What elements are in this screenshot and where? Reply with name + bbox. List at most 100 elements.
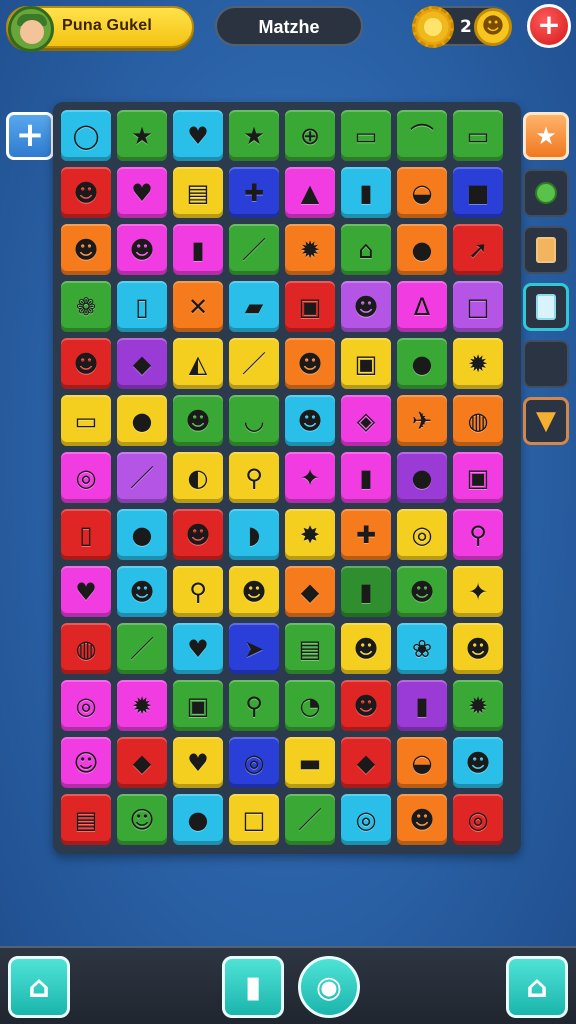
player-profile-pill[interactable]: Puna Gukel: [6, 6, 194, 52]
board-tile[interactable]: ▲: [285, 167, 335, 218]
board-tile[interactable]: □: [453, 281, 503, 332]
profile-button[interactable]: ◉: [298, 956, 360, 1018]
board-tile[interactable]: ▤: [173, 167, 223, 218]
board-tile[interactable]: ▯: [117, 281, 167, 332]
board-tile[interactable]: ⚲: [229, 452, 279, 503]
board-tile[interactable]: ✚: [341, 509, 391, 560]
board-tile[interactable]: ⚲: [453, 509, 503, 560]
player-avatar[interactable]: [8, 6, 54, 52]
board-tile[interactable]: ●: [173, 794, 223, 845]
board-tile[interactable]: ／: [117, 623, 167, 674]
board-tile[interactable]: ▭: [61, 395, 111, 446]
board-tile[interactable]: ♥: [173, 623, 223, 674]
board-tile[interactable]: ◆: [117, 737, 167, 788]
board-tile[interactable]: ◍: [61, 623, 111, 674]
board-tile[interactable]: ▣: [285, 281, 335, 332]
board-tile[interactable]: ▯: [61, 509, 111, 560]
board-tile[interactable]: ☻: [453, 737, 503, 788]
board-tile[interactable]: ／: [229, 338, 279, 389]
board-tile[interactable]: ❁: [61, 281, 111, 332]
board-tile[interactable]: ●: [397, 224, 447, 275]
board-tile[interactable]: ✸: [285, 509, 335, 560]
board-tile[interactable]: ☻: [117, 566, 167, 617]
board-tile[interactable]: ✹: [117, 680, 167, 731]
board-tile[interactable]: ▭: [453, 110, 503, 161]
board-tile[interactable]: ▮: [173, 224, 223, 275]
home-button[interactable]: ⌂: [8, 956, 70, 1018]
board-tile[interactable]: ✈: [397, 395, 447, 446]
board-tile[interactable]: ☻: [61, 224, 111, 275]
board-tile[interactable]: ✹: [453, 680, 503, 731]
board-tile[interactable]: ⌒: [397, 110, 447, 161]
board-tile[interactable]: ◆: [117, 338, 167, 389]
board-tile[interactable]: ✹: [453, 338, 503, 389]
board-tile[interactable]: ☻: [453, 623, 503, 674]
board-tile[interactable]: ▮: [341, 566, 391, 617]
board-tile[interactable]: ◔: [285, 680, 335, 731]
board-tile[interactable]: ●: [397, 452, 447, 503]
board-tile[interactable]: ▮: [341, 167, 391, 218]
board-tile[interactable]: ▣: [453, 452, 503, 503]
board-tile[interactable]: ✹: [285, 224, 335, 275]
board-tile[interactable]: ◆: [285, 566, 335, 617]
board-tile[interactable]: ◍: [453, 395, 503, 446]
board-tile[interactable]: ／: [229, 224, 279, 275]
board-tile[interactable]: ☻: [229, 566, 279, 617]
board-tile[interactable]: ◯: [61, 110, 111, 161]
board-tile[interactable]: ▤: [61, 794, 111, 845]
board-tile[interactable]: ☺: [117, 794, 167, 845]
board-tile[interactable]: ☻: [61, 338, 111, 389]
board-tile[interactable]: ▮: [397, 680, 447, 731]
board-tile[interactable]: ☻: [173, 509, 223, 560]
board-tile[interactable]: ⌂: [341, 224, 391, 275]
bulb-powerup-button[interactable]: [523, 169, 569, 217]
add-button-left[interactable]: +: [6, 112, 54, 160]
board-tile[interactable]: ◡: [229, 395, 279, 446]
board-tile[interactable]: ☺: [61, 737, 111, 788]
board-tile[interactable]: ♥: [173, 110, 223, 161]
board-tile[interactable]: ⚲: [229, 680, 279, 731]
card-powerup-button[interactable]: [523, 226, 569, 274]
board-tile[interactable]: ☻: [285, 395, 335, 446]
board-tile[interactable]: ☻: [341, 281, 391, 332]
board-tile[interactable]: ◎: [229, 737, 279, 788]
board-tile[interactable]: ✕: [173, 281, 223, 332]
board-tile[interactable]: ☻: [117, 224, 167, 275]
board-tile[interactable]: □: [229, 794, 279, 845]
add-coins-button[interactable]: +: [527, 4, 571, 48]
board-tile[interactable]: ▬: [285, 737, 335, 788]
board-tile[interactable]: ♥: [117, 167, 167, 218]
board-tile[interactable]: ◎: [341, 794, 391, 845]
board-tile[interactable]: ☻: [341, 623, 391, 674]
board-tile[interactable]: ◗: [229, 509, 279, 560]
board-tile[interactable]: ▣: [173, 680, 223, 731]
shop-button[interactable]: ⌂: [506, 956, 568, 1018]
board-tile[interactable]: ✦: [285, 452, 335, 503]
board-tile[interactable]: ⊕: [285, 110, 335, 161]
coin-counter[interactable]: 2 ☻: [412, 6, 512, 48]
board-tile[interactable]: ／: [285, 794, 335, 845]
board-tile[interactable]: ■: [453, 167, 503, 218]
board-tile[interactable]: ●: [117, 509, 167, 560]
board-tile[interactable]: ▤: [285, 623, 335, 674]
board-tile[interactable]: ♥: [61, 566, 111, 617]
board-tile[interactable]: ◒: [397, 737, 447, 788]
board-tile[interactable]: ／: [117, 452, 167, 503]
board-tile[interactable]: ●: [397, 338, 447, 389]
board-tile[interactable]: ➚: [453, 224, 503, 275]
board-tile[interactable]: ◐: [173, 452, 223, 503]
board-tile[interactable]: ◭: [173, 338, 223, 389]
board-tile[interactable]: ☻: [61, 167, 111, 218]
board-tile[interactable]: ◈: [341, 395, 391, 446]
board-tile[interactable]: ☻: [397, 794, 447, 845]
board-tile[interactable]: ◎: [397, 509, 447, 560]
board-tile[interactable]: ◆: [341, 737, 391, 788]
board-tile[interactable]: ◎: [453, 794, 503, 845]
blue-card-powerup-button[interactable]: [523, 283, 569, 331]
board-tile[interactable]: Δ: [397, 281, 447, 332]
board-tile[interactable]: ▮: [341, 452, 391, 503]
carrot-powerup-button[interactable]: ▼: [523, 397, 569, 445]
board-tile[interactable]: ◎: [61, 452, 111, 503]
board-tile[interactable]: ➤: [229, 623, 279, 674]
board-tile[interactable]: ☻: [341, 680, 391, 731]
